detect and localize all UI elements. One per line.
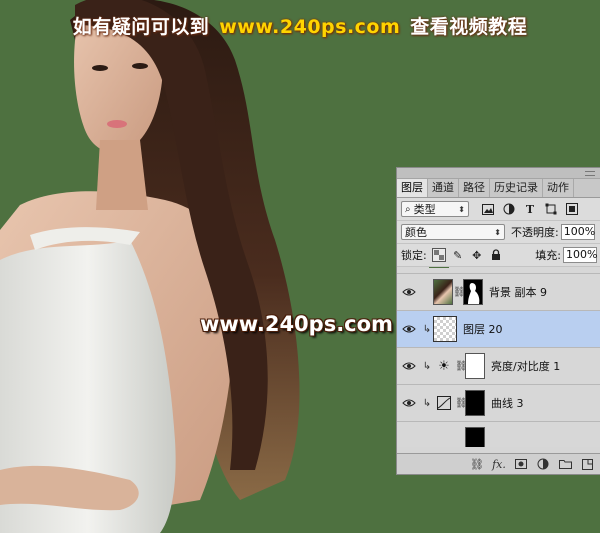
layer-thumbnail [429, 267, 449, 268]
new-layer-icon[interactable] [579, 457, 595, 471]
chain-link-icon[interactable]: ⛓ [455, 361, 468, 372]
panel-bottom-toolbar: ⛓ fx. [397, 453, 600, 474]
lock-transparent-icon[interactable] [431, 248, 446, 262]
lock-all-icon[interactable] [489, 248, 503, 262]
shape-filter-icon[interactable] [544, 202, 558, 216]
visibility-eye-icon[interactable] [397, 398, 421, 408]
blend-row: 颜色 ⬍ 不透明度: 100% [397, 221, 600, 244]
layer-mask-thumbnail[interactable] [465, 427, 485, 447]
banner-url[interactable]: www.240ps.com [219, 16, 400, 38]
tab-history[interactable]: 历史记录 [490, 179, 543, 197]
layer-thumbnail [433, 279, 453, 305]
lock-label: 锁定: [401, 249, 427, 262]
layer-filter-select[interactable]: ⌕ 类型 ⬍ [401, 201, 469, 217]
lock-paint-icon[interactable]: ✎ [451, 248, 465, 262]
chevron-updown-icon: ⬍ [494, 227, 501, 237]
layer-row[interactable]: ↳ ☀ ⛓ 亮度/对比度 1 [397, 348, 600, 385]
adjustment-filter-icon[interactable] [502, 202, 516, 216]
visibility-eye-icon[interactable] [397, 361, 421, 371]
brightness-contrast-icon: ☀ [438, 358, 450, 374]
curves-icon [433, 396, 455, 410]
layer-name: 曲线 3 [491, 397, 524, 410]
layer-row[interactable]: ↳ ⛓ 曲线 3 [397, 385, 600, 422]
mask-icon[interactable] [513, 457, 529, 471]
layer-row-selected[interactable]: ↳ 图层 20 [397, 311, 600, 348]
folder-icon[interactable] [557, 457, 573, 471]
layer-thumbnail [433, 316, 457, 342]
filter-type-label: 类型 [413, 203, 436, 216]
watermark-text: www.240ps.com [200, 312, 393, 336]
chain-link-icon[interactable]: ⛓ [453, 287, 466, 298]
layer-row[interactable]: ⛓ 背景 副本 9 [397, 274, 600, 311]
fill-input[interactable]: 100% [563, 247, 597, 263]
panel-title-strip[interactable] [397, 168, 600, 179]
layers-panel: 图层 通道 路径 历史记录 动作 ⌕ 类型 ⬍ T 颜色 ⬍ 不透明度: 100 [396, 167, 600, 475]
visibility-eye-icon[interactable] [397, 324, 421, 334]
layer-name: 图层 20 [463, 323, 503, 336]
lock-position-icon[interactable]: ✥ [470, 248, 484, 262]
opacity-input[interactable]: 100% [560, 224, 595, 240]
banner-part-2: 查看视频教程 [410, 16, 528, 38]
tab-channels[interactable]: 通道 [428, 179, 459, 197]
type-filter-icon[interactable]: T [523, 202, 537, 216]
clipping-arrow-icon: ↳ [422, 360, 432, 372]
panel-grip-icon[interactable] [585, 171, 595, 176]
fx-icon[interactable]: fx. [491, 457, 507, 471]
tab-actions[interactable]: 动作 [543, 179, 574, 197]
filter-row: ⌕ 类型 ⬍ T [397, 198, 600, 221]
chain-link-icon[interactable]: ⛓ [455, 398, 468, 409]
clipping-arrow-icon: ↳ [422, 323, 432, 335]
image-filter-icon[interactable] [481, 202, 495, 216]
panel-tabs: 图层 通道 路径 历史记录 动作 [397, 179, 600, 198]
tab-paths[interactable]: 路径 [459, 179, 490, 197]
smart-object-filter-icon[interactable] [565, 202, 579, 216]
adjustment-icon[interactable] [535, 457, 551, 471]
fill-label: 填充: [535, 249, 561, 262]
layer-name: 亮度/对比度 1 [491, 360, 561, 373]
clipping-arrow-icon: ↳ [422, 397, 432, 409]
layer-name: 背景 副本 9 [489, 286, 547, 299]
banner-text: 如有疑问可以到 www.240ps.com 查看视频教程 [0, 12, 600, 39]
link-icon[interactable]: ⛓ [469, 457, 485, 471]
opacity-label: 不透明度: [511, 226, 559, 239]
blend-mode-select[interactable]: 颜色 ⬍ [401, 224, 505, 240]
layer-mask-thumbnail[interactable] [463, 279, 483, 305]
blend-mode-value: 颜色 [405, 226, 427, 239]
layer-row[interactable] [397, 422, 600, 447]
tab-layers[interactable]: 图层 [397, 179, 428, 197]
layer-row[interactable] [397, 267, 600, 274]
chevron-updown-icon: ⬍ [458, 204, 465, 214]
layer-mask-thumbnail[interactable] [465, 353, 485, 379]
layers-list: ⛓ 背景 副本 9 ↳ 图层 20 ↳ ☀ ⛓ 亮度/对比度 1 ↳ ⛓ 曲线 … [397, 267, 600, 447]
layer-mask-thumbnail[interactable] [465, 390, 485, 416]
search-icon: ⌕ [405, 203, 411, 215]
lock-row: 锁定: ✎ ✥ 填充: 100% [397, 244, 600, 267]
visibility-eye-icon[interactable] [397, 287, 421, 297]
banner-part-1: 如有疑问可以到 [72, 16, 210, 38]
